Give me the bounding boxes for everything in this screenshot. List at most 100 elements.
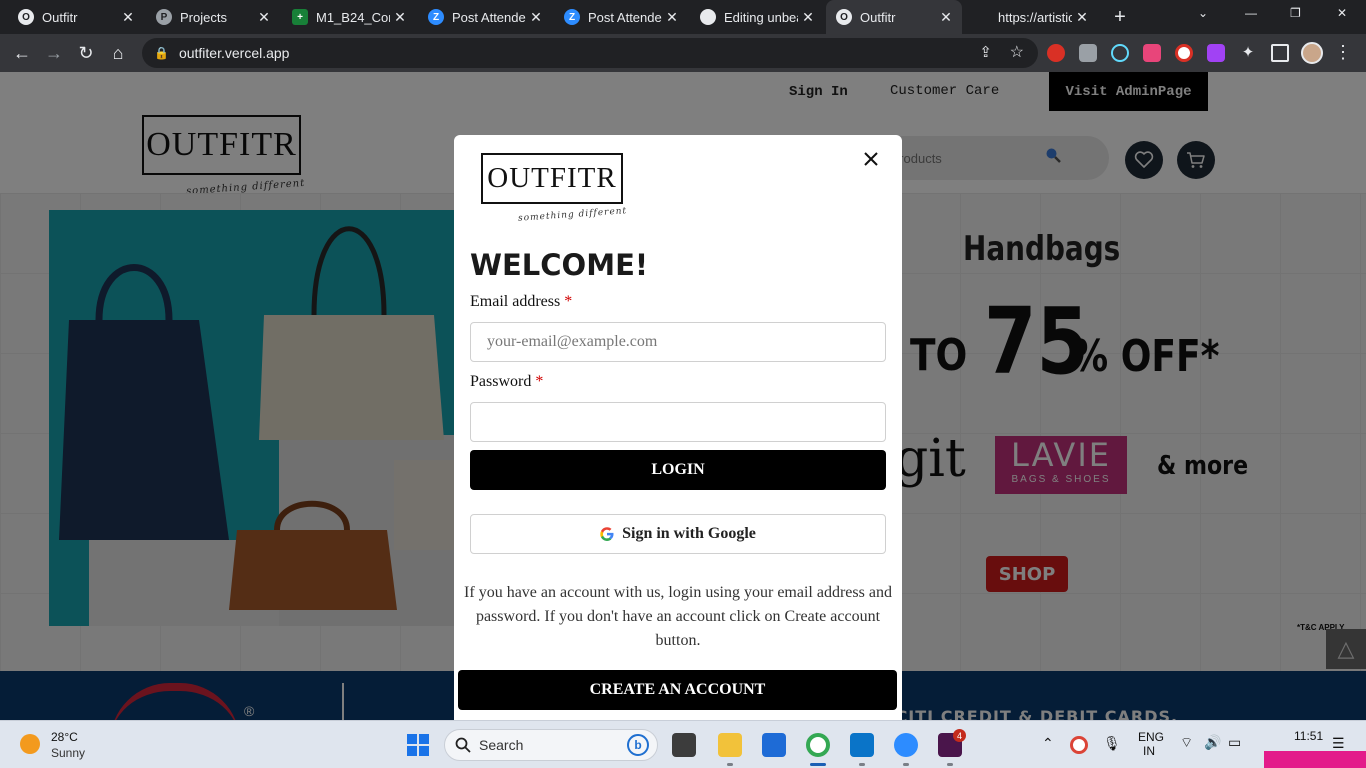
extension-purple-icon[interactable]: [1207, 44, 1225, 62]
extension-pink-icon[interactable]: [1143, 44, 1161, 62]
bing-icon[interactable]: b: [627, 734, 649, 756]
create-account-button[interactable]: CREATE AN ACCOUNT: [458, 670, 897, 710]
react-devtools-icon[interactable]: [1111, 44, 1129, 62]
tab-title: https://artistic: [998, 9, 1072, 25]
weather-condition[interactable]: Sunny: [51, 746, 85, 760]
notification-thumbnail[interactable]: [1264, 751, 1366, 768]
browser-tab-strip: O Outfitr ✕ P Projects ✕ + M1_B24_Cons ✕…: [0, 0, 1366, 34]
required-mark: *: [564, 293, 573, 310]
tab-title: M1_B24_Cons: [316, 9, 390, 25]
browser-menu-icon[interactable]: ⋮: [1334, 40, 1352, 64]
weather-temperature[interactable]: 28°C: [51, 730, 78, 744]
language-code: ENG: [1138, 730, 1165, 744]
browser-toolbar: ← → ↻ ⌂ 🔒 outfiter.vercel.app ⇪ ☆ ✦ ⋮: [0, 34, 1366, 72]
tab-title: Post Attendee: [452, 9, 526, 25]
close-tab-icon[interactable]: ✕: [936, 9, 956, 26]
tab-projects[interactable]: P Projects ✕: [146, 0, 280, 34]
running-indicator-active: [810, 763, 826, 766]
close-window-icon[interactable]: ✕: [1337, 6, 1347, 20]
close-tab-icon[interactable]: ✕: [662, 9, 682, 26]
tab-sheets[interactable]: + M1_B24_Cons ✕: [282, 0, 416, 34]
vscode-icon[interactable]: [850, 733, 874, 757]
lock-icon[interactable]: 🔒: [154, 46, 169, 60]
password-field[interactable]: [470, 402, 886, 442]
tab-title: Outfitr: [860, 9, 896, 25]
tab-search-icon[interactable]: ⌄: [1198, 6, 1208, 20]
welcome-heading: WELCOME!: [470, 248, 649, 282]
close-tab-icon[interactable]: ✕: [1072, 9, 1092, 26]
clock-time[interactable]: 11:51: [1294, 729, 1323, 743]
login-button[interactable]: LOGIN: [470, 450, 886, 490]
zoom-favicon-icon: Z: [564, 9, 580, 25]
taskbar-search-label: Search: [479, 737, 524, 753]
account-info-text: If you have an account with us, login us…: [464, 584, 892, 649]
bookmark-star-icon[interactable]: ☆: [1010, 42, 1024, 62]
chrome-icon[interactable]: [806, 733, 830, 757]
task-view-icon[interactable]: [672, 733, 696, 757]
slack-notification-badge: 4: [953, 729, 966, 742]
tab-zoom-1[interactable]: Z Post Attendee ✕: [418, 0, 552, 34]
logo-text: OUTFITR: [487, 162, 617, 194]
minimize-icon[interactable]: —: [1245, 6, 1257, 20]
tab-title: Editing unbeat: [724, 9, 798, 25]
taskbar-search[interactable]: Search b: [444, 729, 658, 761]
modal-logo: OUTFITR something different: [481, 153, 627, 224]
new-tab-button[interactable]: +: [1108, 5, 1132, 29]
microphone-icon[interactable]: 🎙: [1103, 735, 1121, 752]
close-tab-icon[interactable]: ✕: [526, 9, 546, 26]
file-explorer-icon[interactable]: [718, 733, 742, 757]
side-panel-icon[interactable]: [1271, 44, 1289, 62]
close-tab-icon[interactable]: ✕: [390, 9, 410, 26]
outfitr-favicon-icon: O: [18, 9, 34, 25]
close-modal-button[interactable]: [860, 148, 882, 170]
sheets-favicon-icon: +: [292, 9, 308, 25]
running-indicator: [947, 763, 953, 766]
profile-avatar[interactable]: [1301, 42, 1323, 64]
address-bar[interactable]: 🔒 outfiter.vercel.app ⇪ ☆: [142, 38, 1038, 68]
extension-grey-icon[interactable]: [1079, 44, 1097, 62]
blank-favicon-icon: [974, 9, 990, 25]
windows-start-icon[interactable]: [406, 733, 430, 757]
reload-icon[interactable]: ↻: [74, 41, 98, 65]
tab-outfitr-1[interactable]: O Outfitr ✕: [8, 0, 144, 34]
zoom-icon[interactable]: [894, 733, 918, 757]
running-indicator: [727, 763, 733, 766]
github-favicon-icon: [700, 9, 716, 25]
google-icon: [600, 527, 614, 541]
logo-tagline: something different: [517, 206, 628, 224]
volume-icon[interactable]: 🔊: [1204, 734, 1221, 751]
tab-outfitr-active[interactable]: O Outfitr ✕: [826, 0, 962, 34]
tab-zoom-2[interactable]: Z Post Attendee ✕: [554, 0, 688, 34]
close-tab-icon[interactable]: ✕: [118, 9, 138, 26]
microsoft-store-icon[interactable]: [762, 733, 786, 757]
notifications-icon[interactable]: ☰: [1332, 735, 1345, 752]
share-icon[interactable]: ⇪: [979, 43, 992, 61]
home-icon[interactable]: ⌂: [106, 41, 130, 65]
projects-favicon-icon: P: [156, 9, 172, 25]
google-signin-label: Sign in with Google: [622, 525, 756, 542]
tray-overflow-chevron-icon[interactable]: ⌃: [1042, 735, 1054, 752]
url-text: outfiter.vercel.app: [178, 45, 290, 61]
tab-artistic[interactable]: https://artistic ✕: [964, 0, 1098, 34]
tab-title: Post Attendee: [588, 9, 662, 25]
email-field[interactable]: [470, 322, 886, 362]
restore-icon[interactable]: ❐: [1290, 6, 1301, 20]
email-label-text: Email address: [470, 293, 561, 310]
close-tab-icon[interactable]: ✕: [254, 9, 274, 26]
battery-icon[interactable]: ▭: [1228, 734, 1241, 751]
sun-icon[interactable]: [20, 734, 40, 754]
extensions-puzzle-icon[interactable]: ✦: [1239, 44, 1257, 62]
extension-ball-icon[interactable]: [1175, 44, 1193, 62]
close-tab-icon[interactable]: ✕: [798, 9, 818, 26]
google-signin-button[interactable]: Sign in with Google: [470, 514, 886, 554]
language-ime[interactable]: ENG IN: [1138, 730, 1164, 758]
chrome-tray-icon[interactable]: [1070, 736, 1088, 754]
search-icon: [455, 737, 471, 753]
login-modal: OUTFITR something different WELCOME! Ema…: [454, 135, 902, 720]
wifi-icon[interactable]: ⌔: [1180, 734, 1193, 752]
back-icon[interactable]: ←: [10, 41, 34, 65]
forward-icon[interactable]: →: [42, 41, 66, 65]
region-code: IN: [1143, 744, 1155, 758]
extension-red-icon[interactable]: [1047, 44, 1065, 62]
tab-github[interactable]: Editing unbeat ✕: [690, 0, 824, 34]
